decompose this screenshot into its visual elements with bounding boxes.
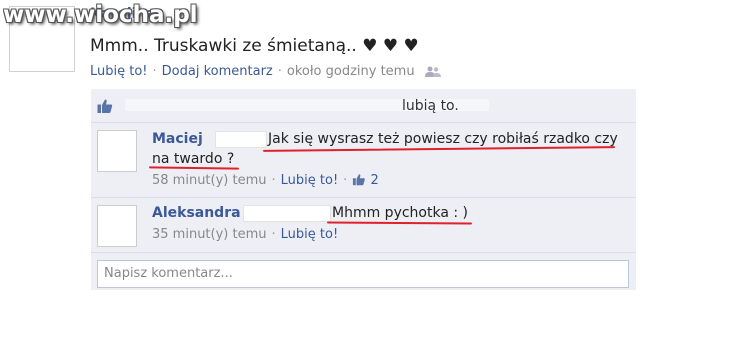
comment-like-link[interactable]: Lubię to! [281, 173, 339, 188]
thumbs-up-icon[interactable] [97, 98, 113, 114]
comment-like-count[interactable]: 2 [352, 173, 379, 188]
like-count-value: 2 [370, 173, 379, 188]
comment-item: Aleksandra Mhmm pychotka : ) 35 minut(y)… [91, 198, 636, 253]
surname-redacted [243, 205, 331, 222]
comment-text-line: na twardo ? [152, 151, 235, 167]
separator-dot: · [152, 64, 157, 79]
comment-text-line: Jak się wysrasz też powiesz czy robiłaś … [268, 131, 618, 147]
people-icon[interactable] [424, 66, 441, 78]
annotation-underline [326, 221, 473, 225]
comment-text: Mhmm pychotka : ) [332, 205, 468, 221]
separator-dot: · [343, 173, 348, 188]
separator-dot: · [271, 227, 276, 242]
commenter-name[interactable]: Maciej [152, 131, 203, 147]
annotation-underline [148, 166, 240, 170]
commenter-name[interactable]: Aleksandra [152, 205, 241, 221]
surname-redacted [215, 131, 267, 148]
comment-timestamp: 35 minut(y) temu [152, 227, 267, 242]
post-timestamp: około godziny temu [286, 64, 415, 79]
thumbs-up-icon [353, 174, 366, 186]
post-like-link[interactable]: Lubię to! [90, 64, 148, 79]
comment-input[interactable] [98, 261, 620, 285]
separator-dot: · [277, 64, 282, 79]
comment-meta: 35 minut(y) temu · Lubię to! [152, 227, 338, 242]
comment-item: Maciej Jak się wysrasz też powiesz czy r… [91, 123, 636, 198]
comment-timestamp: 58 minut(y) temu [152, 173, 267, 188]
post-text: Mmm.. Truskawki ze śmietaną.. ♥ ♥ ♥ [90, 36, 419, 56]
comment-like-link[interactable]: Lubię to! [281, 227, 339, 242]
separator-dot: · [271, 173, 276, 188]
post-meta: Lubię to! · Dodaj komentarz · około godziny … [90, 64, 441, 79]
add-comment-link[interactable]: Dodaj komentarz [162, 64, 273, 79]
commenter-avatar[interactable] [97, 130, 137, 172]
likes-row: lubią to. [91, 89, 636, 123]
commenter-avatar[interactable] [97, 205, 137, 247]
likes-text: lubią to. [402, 98, 459, 114]
comment-meta: 58 minut(y) temu · Lubię to! · 2 [152, 173, 379, 188]
comments-panel: lubią to. Maciej Jak się wysrasz też pow… [91, 89, 636, 290]
watermark-logo: www.wiocha.pl [3, 2, 198, 28]
write-comment-box[interactable] [97, 260, 629, 288]
